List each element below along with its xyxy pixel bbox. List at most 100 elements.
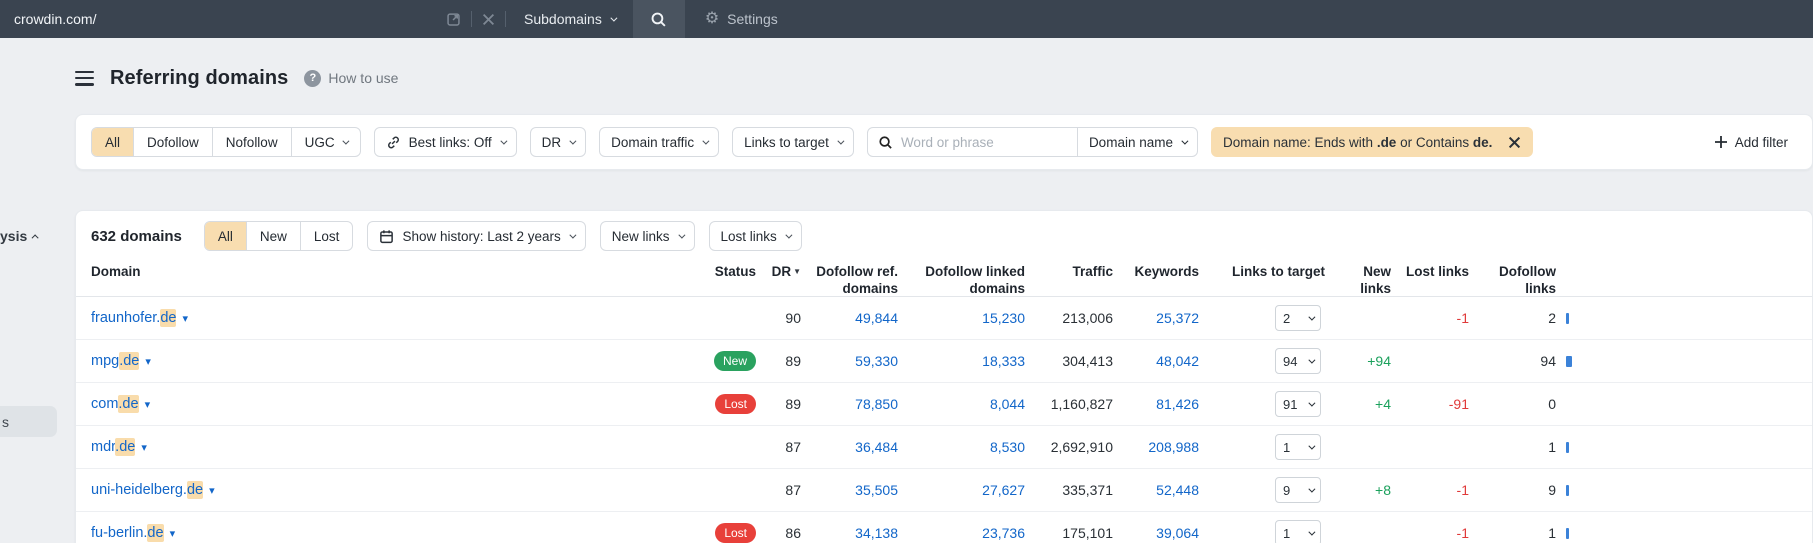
tab-status-lost[interactable]: Lost <box>299 222 353 250</box>
domain-traffic-filter-button[interactable]: Domain traffic <box>599 127 720 157</box>
new-links-value[interactable]: +8 <box>1329 482 1391 498</box>
dofollow-ref-domains-value[interactable]: 49,844 <box>801 310 898 326</box>
keywords-value[interactable]: 48,042 <box>1113 353 1199 369</box>
chevron-down-icon <box>785 231 793 239</box>
menu-icon[interactable] <box>75 70 94 86</box>
links-to-target-select[interactable]: 9 <box>1275 477 1321 503</box>
new-links-label: New links <box>611 228 670 244</box>
how-to-use-link[interactable]: ? How to use <box>304 69 398 87</box>
referring-domains-table-card: 632 domains All New Lost Show history: L… <box>75 210 1813 543</box>
col-domain[interactable]: Domain <box>76 264 661 281</box>
dofollow-linked-domains-value[interactable]: 27,627 <box>898 482 1025 498</box>
dofollow-links-value: 0 <box>1548 396 1556 412</box>
col-dr[interactable]: DR ▼ <box>756 264 801 281</box>
lost-links-value[interactable]: -1 <box>1391 525 1469 541</box>
tab-ugc[interactable]: UGC <box>290 128 360 156</box>
links-to-target-select[interactable]: 1 <box>1275 520 1321 543</box>
tab-status-new[interactable]: New <box>245 222 300 250</box>
domain-dropdown-caret[interactable]: ▾ <box>182 312 188 325</box>
domain-link[interactable]: uni-heidelberg.de <box>91 481 204 499</box>
target-url[interactable]: crowdin.com/ <box>14 11 446 27</box>
settings-button[interactable]: ⚙ Settings <box>685 0 798 38</box>
clear-url-icon[interactable] <box>482 13 495 26</box>
dr-filter-label: DR <box>541 134 562 150</box>
tab-all[interactable]: All <box>92 128 134 156</box>
word-search-input[interactable] <box>900 134 1071 150</box>
new-links-value[interactable]: +94 <box>1329 353 1391 369</box>
links-to-target-select[interactable]: 91 <box>1275 391 1321 417</box>
show-history-button[interactable]: Show history: Last 2 years <box>367 221 586 251</box>
col-new-links[interactable]: New links <box>1329 264 1391 298</box>
sidebar-item-selected-partial[interactable]: s <box>0 406 57 437</box>
dofollow-ref-domains-value[interactable]: 78,850 <box>801 396 898 412</box>
domain-link[interactable]: mpg.de <box>91 352 140 370</box>
search-button[interactable] <box>632 0 685 38</box>
dofollow-links-value: 94 <box>1540 353 1556 369</box>
dr-value: 90 <box>785 310 801 326</box>
domain-link[interactable]: fu-berlin.de <box>91 524 164 542</box>
target-url-field[interactable]: crowdin.com/ <box>0 0 505 38</box>
scope-dropdown-label: Subdomains <box>524 11 602 27</box>
dofollow-ref-domains-value[interactable]: 34,138 <box>801 525 898 541</box>
best-links-button[interactable]: Best links: Off <box>373 127 517 157</box>
col-status[interactable]: Status <box>661 264 756 281</box>
domain-dropdown-caret[interactable]: ▾ <box>141 441 147 454</box>
dofollow-links-value: 2 <box>1548 310 1556 326</box>
dofollow-linked-domains-value[interactable]: 15,230 <box>898 310 1025 326</box>
lost-links-value[interactable]: -1 <box>1391 310 1469 326</box>
table-row: mpg.de ▾ New 89 59,330 18,333 304,413 48… <box>76 340 1812 383</box>
keywords-value[interactable]: 52,448 <box>1113 482 1199 498</box>
new-links-button[interactable]: New links <box>599 221 695 251</box>
dofollow-ref-domains-value[interactable]: 35,505 <box>801 482 898 498</box>
active-filter-chip[interactable]: Domain name: Ends with .de or Contains d… <box>1210 127 1534 157</box>
keywords-value[interactable]: 81,426 <box>1113 396 1199 412</box>
links-to-target-select[interactable]: 2 <box>1275 305 1321 331</box>
keywords-value[interactable]: 208,988 <box>1113 439 1199 455</box>
search-mode-dropdown[interactable]: Domain name <box>1078 135 1197 150</box>
new-links-value[interactable]: +4 <box>1329 396 1391 412</box>
lost-links-button[interactable]: Lost links <box>708 221 802 251</box>
chevron-down-icon <box>1308 528 1316 536</box>
dofollow-linked-domains-value[interactable]: 8,044 <box>898 396 1025 412</box>
dofollow-linked-domains-value[interactable]: 18,333 <box>898 353 1025 369</box>
domain-dropdown-caret[interactable]: ▾ <box>170 527 176 540</box>
dr-filter-button[interactable]: DR <box>529 127 587 157</box>
keywords-value[interactable]: 25,372 <box>1113 310 1199 326</box>
domain-link[interactable]: fraunhofer.de <box>91 309 177 327</box>
sidebar-section-heading-partial[interactable]: ysis <box>0 228 46 244</box>
scope-dropdown[interactable]: Subdomains <box>506 0 633 38</box>
domain-link[interactable]: mdr.de <box>91 438 136 456</box>
links-to-target-select[interactable]: 1 <box>1275 434 1321 460</box>
tab-nofollow[interactable]: Nofollow <box>211 128 291 156</box>
dofollow-ref-domains-value[interactable]: 36,484 <box>801 439 898 455</box>
open-external-icon[interactable] <box>446 12 461 27</box>
add-filter-button[interactable]: Add filter <box>1714 135 1788 150</box>
sidebar-heading-text: ysis <box>0 228 28 244</box>
status-badge: Lost <box>715 394 756 414</box>
lost-links-value[interactable]: -91 <box>1391 396 1469 412</box>
links-to-target-filter-button[interactable]: Links to target <box>732 127 854 157</box>
domain-dropdown-caret[interactable]: ▾ <box>145 355 151 368</box>
col-keywords[interactable]: Keywords <box>1113 264 1199 281</box>
col-links-to-target[interactable]: Links to target <box>1199 264 1329 281</box>
tab-status-all[interactable]: All <box>204 222 246 250</box>
col-lost-links[interactable]: Lost links <box>1391 264 1469 281</box>
remove-filter-icon[interactable] <box>1508 136 1521 149</box>
lost-links-value[interactable]: -1 <box>1391 482 1469 498</box>
chevron-down-icon <box>610 14 618 22</box>
sort-desc-icon: ▼ <box>793 267 801 276</box>
col-traffic[interactable]: Traffic <box>1025 264 1113 281</box>
col-dofollow-ref-domains[interactable]: Dofollow ref. domains <box>801 264 898 298</box>
col-dofollow-linked-domains[interactable]: Dofollow linked domains <box>898 264 1025 298</box>
links-to-target-select[interactable]: 94 <box>1275 348 1321 374</box>
keywords-value[interactable]: 39,064 <box>1113 525 1199 541</box>
domain-dropdown-caret[interactable]: ▾ <box>145 398 151 411</box>
dofollow-linked-domains-value[interactable]: 8,530 <box>898 439 1025 455</box>
col-dofollow-links[interactable]: Dofollow links <box>1469 264 1556 298</box>
settings-label: Settings <box>727 11 778 27</box>
domain-dropdown-caret[interactable]: ▾ <box>209 484 215 497</box>
domain-link[interactable]: com.de <box>91 395 139 413</box>
dofollow-linked-domains-value[interactable]: 23,736 <box>898 525 1025 541</box>
tab-dofollow[interactable]: Dofollow <box>133 128 212 156</box>
dofollow-ref-domains-value[interactable]: 59,330 <box>801 353 898 369</box>
